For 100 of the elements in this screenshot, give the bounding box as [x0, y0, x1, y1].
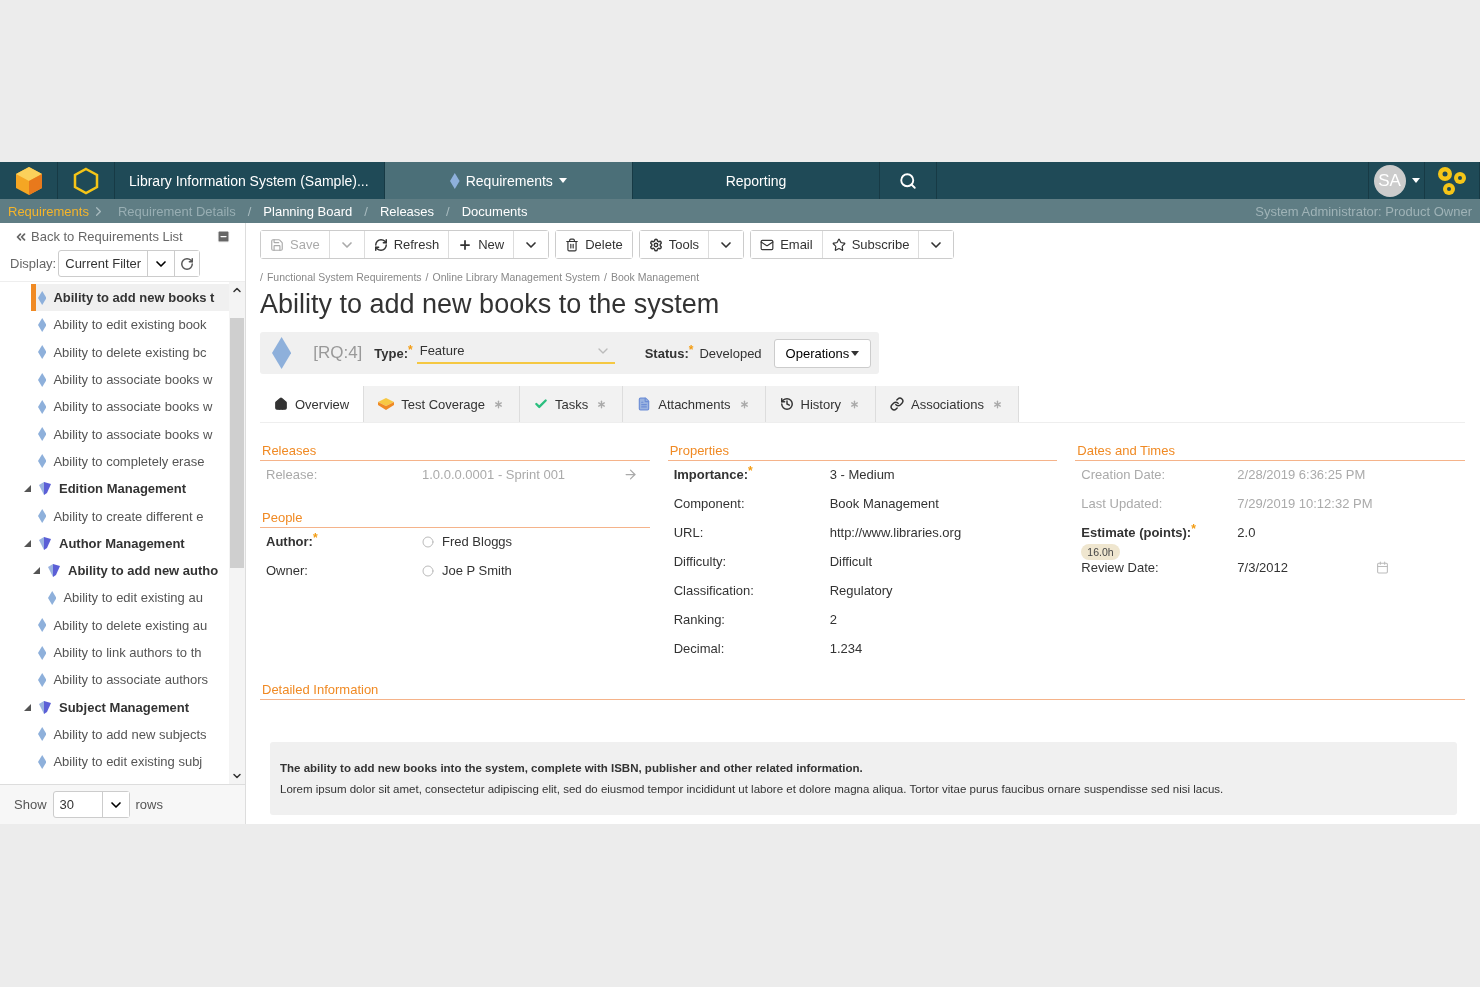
reporting-link[interactable]: Reporting	[725, 172, 787, 189]
book-icon	[38, 481, 52, 497]
expand-triangle-icon[interactable]	[24, 539, 31, 547]
nav-link[interactable]: Planning Board	[263, 203, 353, 219]
dropdown-button[interactable]	[513, 231, 549, 258]
tree-item[interactable]: Ability to associate books w	[0, 393, 229, 421]
diamond-icon	[38, 727, 47, 742]
breadcrumb-separator: /	[364, 203, 368, 219]
dropdown-button[interactable]	[708, 231, 744, 258]
tree-item[interactable]: Ability to delete existing bc	[0, 338, 229, 366]
breadcrumb-link[interactable]: Online Library Management System	[432, 271, 600, 283]
collapse-icon[interactable]	[216, 229, 231, 244]
tree-item[interactable]: Ability to associate books w	[0, 365, 229, 394]
diamond-icon	[38, 317, 47, 332]
field-value: 2.0	[1237, 525, 1256, 540]
type-select[interactable]: Feature	[416, 342, 615, 364]
diamond-icon	[38, 454, 47, 469]
logo-icon[interactable]	[13, 165, 44, 196]
refresh-icon	[180, 256, 195, 271]
tree-item[interactable]: Ability to edit existing au	[0, 584, 229, 612]
hours-badge: 16.0h	[1081, 544, 1120, 560]
history-icon	[779, 397, 794, 411]
tree-item[interactable]: Ability to associate books w	[0, 420, 229, 448]
tab[interactable]: Tasks	[520, 386, 624, 422]
breadcrumb-separator: /	[604, 271, 607, 283]
tab[interactable]: Attachments	[623, 386, 766, 422]
section-title: Properties	[667, 443, 1058, 461]
link-icon	[889, 397, 904, 411]
book-icon	[38, 699, 52, 715]
field-label: Classification:	[673, 583, 755, 598]
expand-triangle-icon[interactable]	[24, 485, 31, 493]
section-title: Detailed Information	[260, 682, 1465, 700]
breadcrumb-link[interactable]: Functional System Requirements	[266, 271, 422, 283]
dropdown-button[interactable]	[918, 231, 954, 258]
save-icon	[270, 237, 284, 252]
caret-icon	[851, 350, 860, 356]
diamond-icon	[38, 345, 47, 360]
tree-item[interactable]: Author Management	[0, 529, 229, 557]
tree-item[interactable]: Ability to edit existing book	[0, 311, 229, 339]
tree-item[interactable]: Ability to edit existing subj	[0, 748, 229, 776]
tree-item[interactable]: Ability to delete existing au	[0, 611, 229, 639]
description-text: Lorem ipsum dolor sit amet, consectetur adipiscing elit, sed do eiusmod tempor incididunt ut labore et dolore magna aliqua. Tortor vitae purus faucibus ornare suspendisse sed nisi lacus.	[280, 783, 1225, 795]
rows-select[interactable]: 30	[52, 791, 130, 818]
nav-link[interactable]: Documents	[461, 203, 528, 219]
star-icon	[831, 237, 846, 252]
tree-item[interactable]: Ability to completely erase	[0, 447, 229, 476]
status-value: Developed	[699, 345, 762, 361]
dropdown-button[interactable]	[101, 792, 129, 817]
book-icon	[38, 535, 52, 551]
section-title: Dates and Times	[1075, 443, 1465, 461]
diamond-icon	[38, 618, 47, 633]
tree-item[interactable]: Ability to add new books t	[31, 284, 229, 312]
display-label: Display:	[10, 256, 57, 271]
section-title: Releases	[260, 443, 650, 461]
gears-icon[interactable]	[1435, 164, 1469, 197]
diamond-icon	[450, 172, 460, 189]
expand-triangle-icon[interactable]	[24, 703, 31, 711]
field-value: 3 - Medium	[829, 467, 895, 482]
tab[interactable]: History	[765, 386, 876, 422]
field-value: 2/28/2019 6:36:25 PM	[1237, 467, 1366, 482]
tab[interactable]: Associations	[875, 386, 1019, 422]
trash-icon	[565, 237, 580, 252]
book-icon	[47, 563, 61, 579]
field-value: Fred Bloggs	[422, 534, 513, 549]
diamond-icon	[38, 399, 47, 414]
field-label: Release:	[266, 467, 319, 482]
type-label: Type:*	[374, 345, 413, 361]
field-value: Regulatory	[829, 583, 893, 598]
field-label: Owner:	[266, 563, 309, 578]
tree-item[interactable]: Ability to link authors to th	[0, 638, 229, 667]
show-label: Show	[14, 797, 47, 812]
tree-item[interactable]: Edition Management	[0, 475, 229, 503]
requirements-menu[interactable]: Requirements	[465, 172, 553, 189]
hexagon-icon[interactable]	[73, 166, 99, 195]
home-icon	[274, 397, 288, 411]
tab[interactable]: Test Coverage	[364, 386, 520, 422]
tree-item[interactable]: Ability to associate authors	[0, 666, 229, 694]
user-circle-icon	[422, 564, 434, 577]
tree-item[interactable]: Ability to add new autho	[0, 556, 229, 585]
field-label: Component:	[673, 496, 746, 511]
refresh-button[interactable]	[174, 251, 200, 276]
filter-select[interactable]: Current Filter	[58, 250, 201, 277]
requirement-id: [RQ:4]	[313, 343, 363, 363]
search-icon[interactable]	[899, 171, 917, 190]
field-value: 2	[829, 612, 837, 627]
field-label: Last Updated:	[1081, 496, 1164, 511]
project-menu[interactable]: Library Information System (Sample)...	[129, 172, 369, 189]
expand-triangle-icon[interactable]	[33, 567, 40, 575]
field-value: 7/29/2019 10:12:32 PM	[1237, 496, 1373, 511]
breadcrumb-link[interactable]: Book Management	[610, 271, 700, 283]
operations-button[interactable]: Operations	[773, 338, 872, 368]
tree-item[interactable]: Ability to add new subjects	[0, 720, 229, 749]
nav-link[interactable]: Releases	[379, 203, 435, 219]
back-link[interactable]: Back to Requirements List	[14, 229, 183, 244]
toolbar-button[interactable]: Delete	[556, 231, 632, 258]
field-value: Difficult	[829, 554, 873, 569]
scrollbar[interactable]	[229, 282, 245, 784]
tree-item[interactable]: Ability to create different e	[0, 502, 229, 530]
diamond-icon	[38, 754, 47, 769]
tree-item[interactable]: Subject Management	[0, 693, 229, 721]
